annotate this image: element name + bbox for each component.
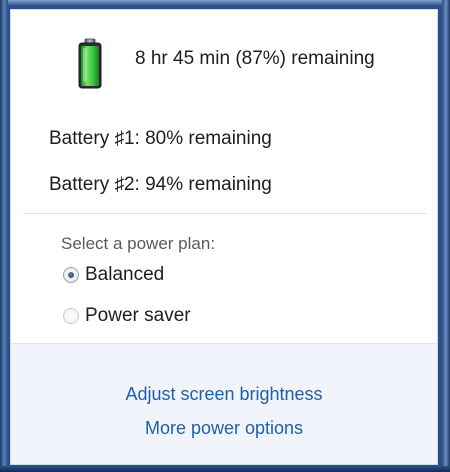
battery-2-status: Battery ♯2: 94% remaining xyxy=(49,174,272,195)
battery-summary: 8 hr 45 min (87%) remaining xyxy=(135,48,375,69)
power-plan-balanced[interactable]: Balanced xyxy=(63,263,164,287)
frame-left-highlight xyxy=(0,0,8,472)
flyout-footer: Adjust screen brightness More power opti… xyxy=(11,343,437,464)
battery-1-status: Battery ♯1: 80% remaining xyxy=(49,128,272,149)
battery-icon xyxy=(77,38,103,90)
section-divider xyxy=(23,213,427,214)
power-plan-title: Select a power plan: xyxy=(61,234,216,253)
adjust-brightness-link[interactable]: Adjust screen brightness xyxy=(11,384,437,405)
power-plan-power-saver[interactable]: Power saver xyxy=(63,304,191,328)
more-power-options-link[interactable]: More power options xyxy=(11,418,437,439)
frame-top-highlight xyxy=(0,0,450,6)
radio-selected-icon[interactable] xyxy=(63,267,79,283)
frame-bottom-highlight xyxy=(0,466,450,472)
frame-right-highlight xyxy=(442,0,450,472)
power-plan-power-saver-label: Power saver xyxy=(85,305,191,326)
radio-unselected-icon[interactable] xyxy=(63,308,79,324)
power-plan-balanced-label: Balanced xyxy=(85,264,165,285)
